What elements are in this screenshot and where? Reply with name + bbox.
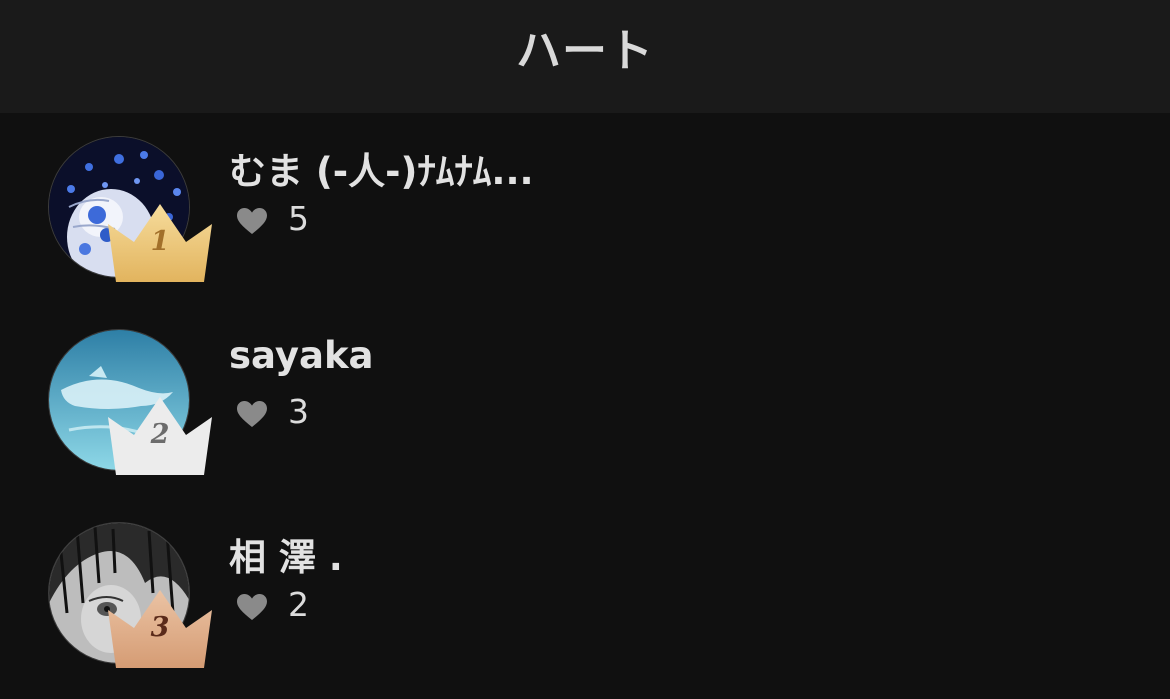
silver-crown-icon: 2 <box>104 395 216 477</box>
avatar-group[interactable]: 2 <box>48 329 216 479</box>
user-name[interactable]: むま (-人-)ﾅﾑﾅﾑ... <box>229 141 534 195</box>
heart-count: 3 <box>288 392 309 431</box>
heart-icon <box>237 401 267 427</box>
rank-number: 1 <box>150 226 170 257</box>
ranking-row-1[interactable]: 1 むま (-人-)ﾅﾑﾅﾑ... 5 <box>0 113 1170 282</box>
rank-number: 3 <box>150 612 170 643</box>
gold-crown-icon: 1 <box>104 202 216 284</box>
ranking-row-2[interactable]: 2 sayaka 3 <box>0 306 1170 475</box>
ranking-row-3[interactable]: 3 相 澤 . 2 <box>0 499 1170 668</box>
page-title: ハート <box>515 24 654 77</box>
heart-count: 2 <box>288 585 309 624</box>
heart-count: 5 <box>288 199 309 238</box>
user-name[interactable]: 相 澤 . <box>229 527 343 581</box>
rank-number: 2 <box>150 419 170 450</box>
header-bar: ハート <box>0 0 1170 113</box>
bronze-crown-icon: 3 <box>104 588 216 670</box>
hearts-screen: ハート 1 むま (-人-)ﾅﾑﾅﾑ... 5 2 sayaka 3 3 相 澤… <box>0 0 1170 699</box>
avatar-group[interactable]: 3 <box>48 522 216 672</box>
avatar-group[interactable]: 1 <box>48 136 216 286</box>
user-name[interactable]: sayaka <box>229 334 374 377</box>
heart-icon <box>237 208 267 234</box>
heart-icon <box>237 594 267 620</box>
